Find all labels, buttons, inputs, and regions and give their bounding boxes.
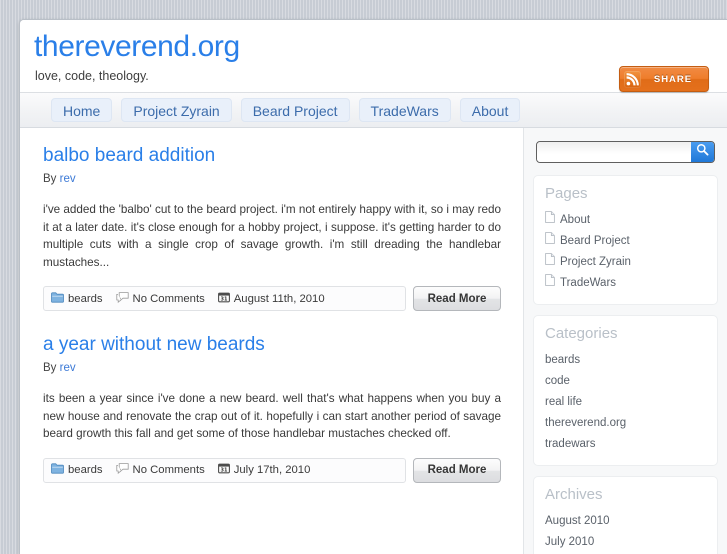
post-author-link[interactable]: rev [60,362,76,374]
pages-item-label: Project Zyrain [560,256,631,268]
calendar-icon: 31 [217,463,230,477]
search-form [536,141,715,163]
pages-list: About Beard Project Project Zyrain Trade… [545,210,706,294]
widget-pages: Pages About Beard Project Project Zyrain… [533,175,718,305]
post-date: 31 July 17th, 2010 [217,463,311,477]
body-columns: balbo beard addition By rev i've added t… [20,128,727,554]
post-meta-bar: beards No Comments [43,286,406,311]
byline-prefix: By [43,173,57,185]
post-comments-label: No Comments [132,464,205,476]
post-byline: By rev [43,173,501,185]
categories-list-item[interactable]: code [545,371,706,392]
main-navigation: Home Project Zyrain Beard Project TradeW… [20,93,727,128]
folder-icon [51,463,64,477]
page-container: thereverend.org love, code, theology. SH… [19,19,727,554]
widget-archives: Archives August 2010 July 2010 [533,476,718,554]
widget-categories: Categories beards code real life thereve… [533,315,718,466]
pages-item-label: TradeWars [560,277,617,289]
post-category[interactable]: beards [51,291,103,306]
categories-list-item[interactable]: thereverend.org [545,413,706,434]
svg-text:31: 31 [220,467,227,473]
document-icon [545,273,555,294]
comment-bubble-icon [115,463,129,477]
pages-list-item[interactable]: TradeWars [545,273,706,294]
search-button[interactable] [691,142,714,162]
calendar-icon: 31 [217,292,230,306]
post-date-label: July 17th, 2010 [233,464,311,476]
pages-list-item[interactable]: Project Zyrain [545,252,706,273]
site-title[interactable]: thereverend.org [34,30,240,64]
post-category-label: beards [68,464,103,476]
nav-item-home[interactable]: Home [51,98,113,122]
document-icon [545,231,555,252]
share-button[interactable]: SHARE [619,66,709,92]
document-icon [545,252,555,273]
sidebar: Pages About Beard Project Project Zyrain… [524,128,727,554]
post-comments[interactable]: No Comments [115,463,205,477]
post-meta-row: beards No Comments [43,457,501,483]
nav-item-about[interactable]: About [459,98,521,122]
post-byline: By rev [43,362,501,374]
categories-list-item[interactable]: real life [545,392,706,413]
pages-item-label: About [560,214,591,226]
read-more-button[interactable]: Read More [413,286,501,311]
nav-item-tradewars[interactable]: TradeWars [358,98,451,122]
post-meta-bar: beards No Comments [43,457,406,483]
comment-bubble-icon [115,291,129,306]
widget-title-pages: Pages [545,185,588,202]
svg-text:31: 31 [220,296,227,302]
search-icon [696,143,709,161]
widget-title-categories: Categories [545,325,618,342]
post-excerpt: i've added the 'balbo' cut to the beard … [43,203,501,269]
nav-item-beard-project[interactable]: Beard Project [240,98,350,122]
archives-list-item[interactable]: August 2010 [545,511,706,532]
widget-title-archives: Archives [545,486,603,503]
post-comments-label: No Comments [132,292,205,305]
search-input[interactable] [537,142,691,162]
document-icon [545,210,555,231]
archives-list: August 2010 July 2010 [545,511,706,553]
share-label: SHARE [653,73,693,85]
pages-list-item[interactable]: Beard Project [545,231,706,252]
post-category-label: beards [68,292,103,305]
post-author-link[interactable]: rev [60,173,76,185]
pages-list-item[interactable]: About [545,210,706,231]
pages-item-label: Beard Project [560,235,630,247]
post-category[interactable]: beards [51,463,103,477]
post-date: 31 August 11th, 2010 [217,292,325,306]
post-comments[interactable]: No Comments [115,291,205,306]
categories-list-item[interactable]: beards [545,350,706,371]
post-title[interactable]: a year without new beards [43,333,501,357]
categories-list: beards code real life thereverend.org tr… [545,350,706,455]
folder-icon [51,291,64,306]
post-excerpt: its been a year since i've done a new be… [43,392,501,440]
byline-prefix: By [43,362,57,374]
read-more-button[interactable]: Read More [413,457,501,483]
rss-icon [624,70,641,88]
post-item: balbo beard addition By rev i've added t… [43,144,501,311]
main-content: balbo beard addition By rev i've added t… [20,128,524,554]
post-item: a year without new beards By rev its bee… [43,333,501,483]
post-meta-row: beards No Comments [43,286,501,311]
post-date-label: August 11th, 2010 [233,292,325,305]
categories-list-item[interactable]: tradewars [545,434,706,455]
post-title[interactable]: balbo beard addition [43,144,501,168]
site-tagline: love, code, theology. [35,69,149,83]
nav-item-project-zyrain[interactable]: Project Zyrain [121,98,232,122]
site-header: thereverend.org love, code, theology. SH… [20,20,727,93]
archives-list-item[interactable]: July 2010 [545,532,706,553]
